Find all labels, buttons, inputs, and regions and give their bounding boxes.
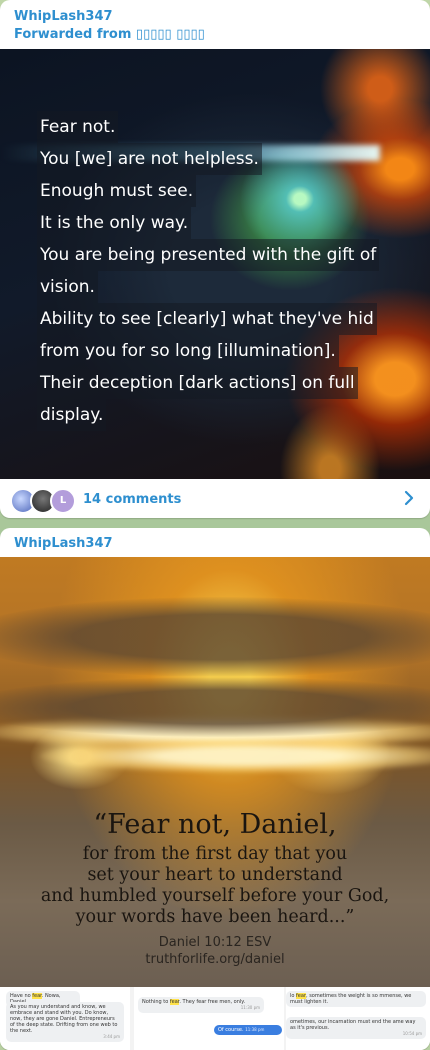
message-bubble[interactable]: WhipLash347 “Fear not, Daniel, for from … xyxy=(0,528,430,1050)
quote-line: It is the only way. xyxy=(37,207,192,239)
comments-count-link[interactable]: 14 comments xyxy=(83,492,181,507)
chat-bubble: Nothing to fear. They fear free men, onl… xyxy=(138,997,264,1013)
comments-bar[interactable]: L 14 comments xyxy=(0,479,430,518)
chat-time: 3:44 pm xyxy=(103,1034,120,1039)
chat-screenshots-strip[interactable]: Have no fear. Nowa, Daniel As you may un… xyxy=(0,987,430,1050)
quote-line: vision. xyxy=(37,271,98,303)
photo-quote-text: Fear not. You [we] are not helpless. Eno… xyxy=(37,111,410,431)
quote-line: You [we] are not helpless. xyxy=(37,143,262,175)
quote-line: display. xyxy=(37,399,107,431)
chat-time: 11:38 pm xyxy=(245,1027,265,1032)
verse-line: for from the first day that you xyxy=(82,844,348,864)
chat-bubble-outgoing: Of course. 11:38 pm xyxy=(214,1025,282,1035)
chat-highlight: fear xyxy=(169,999,180,1005)
chat-time: 11:30 pm xyxy=(240,1005,260,1010)
chat-text: Of course. xyxy=(218,1027,244,1033)
chat-bubble: ometimes, our incarnation must end the a… xyxy=(286,1017,426,1039)
cloud xyxy=(0,677,430,737)
verse-line: set your heart to understand xyxy=(87,865,343,885)
cloud xyxy=(0,597,430,677)
quote-line: from you for so long [illumination]. xyxy=(37,335,339,367)
chat-time: 10:54 pm xyxy=(402,1031,422,1036)
quote-line: Ability to see [clearly] what they've hi… xyxy=(37,303,377,335)
chat-bubble: As you may understand and know, we embra… xyxy=(6,1002,124,1042)
forwarded-from-label[interactable]: Forwarded from ▯▯▯▯▯ ▯▯▯▯ xyxy=(14,27,205,42)
commenter-avatar: L xyxy=(50,488,76,514)
cloud-highlight xyxy=(40,739,430,773)
message-photo[interactable]: “Fear not, Daniel, for from the first da… xyxy=(0,557,430,987)
message-photo[interactable]: Fear not. You [we] are not helpless. Eno… xyxy=(0,49,430,479)
verse-line: “Fear not, Daniel, xyxy=(93,809,337,840)
chat-bubble: lo fear, sometimes the weight is so mmen… xyxy=(286,991,426,1007)
chat-screenshot-1: Have no fear. Nowa, Daniel As you may un… xyxy=(0,987,130,1050)
quote-line: Fear not. xyxy=(37,111,119,143)
quote-line: You are being presented with the gift of xyxy=(37,239,380,271)
verse-line: your words have been heard...” xyxy=(75,907,355,927)
chat-screenshot-3: lo fear, sometimes the weight is so mmen… xyxy=(286,987,430,1050)
chat-text: , sometimes the weight is so mmense, we … xyxy=(290,993,412,1005)
chat-screenshot-2: Nothing to fear. They fear free men, onl… xyxy=(134,987,284,1050)
chat-text: Nothing to xyxy=(142,999,170,1005)
chat-text: ometimes, our incarnation must end the a… xyxy=(290,1019,416,1031)
verse-line: and humbled yourself before your God, xyxy=(40,886,390,906)
chat-highlight: fear xyxy=(32,993,42,999)
verse-source: truthforlife.org/daniel xyxy=(145,952,285,967)
sender-name[interactable]: WhipLash347 xyxy=(14,9,113,24)
verse-reference: Daniel 10:12 ESV xyxy=(158,935,272,950)
message-bubble-forwarded[interactable]: WhipLash347 Forwarded from ▯▯▯▯▯ ▯▯▯▯ Fe… xyxy=(0,0,430,518)
chat-text: . They fear free men, only. xyxy=(179,999,246,1005)
chat-text: As you may understand and know, we embra… xyxy=(10,1004,118,1034)
quote-line: Their deception [dark actions] on full xyxy=(37,367,358,399)
chevron-right-icon[interactable] xyxy=(400,488,418,508)
quote-line: Enough must see. xyxy=(37,175,197,207)
sender-name[interactable]: WhipLash347 xyxy=(14,536,113,551)
